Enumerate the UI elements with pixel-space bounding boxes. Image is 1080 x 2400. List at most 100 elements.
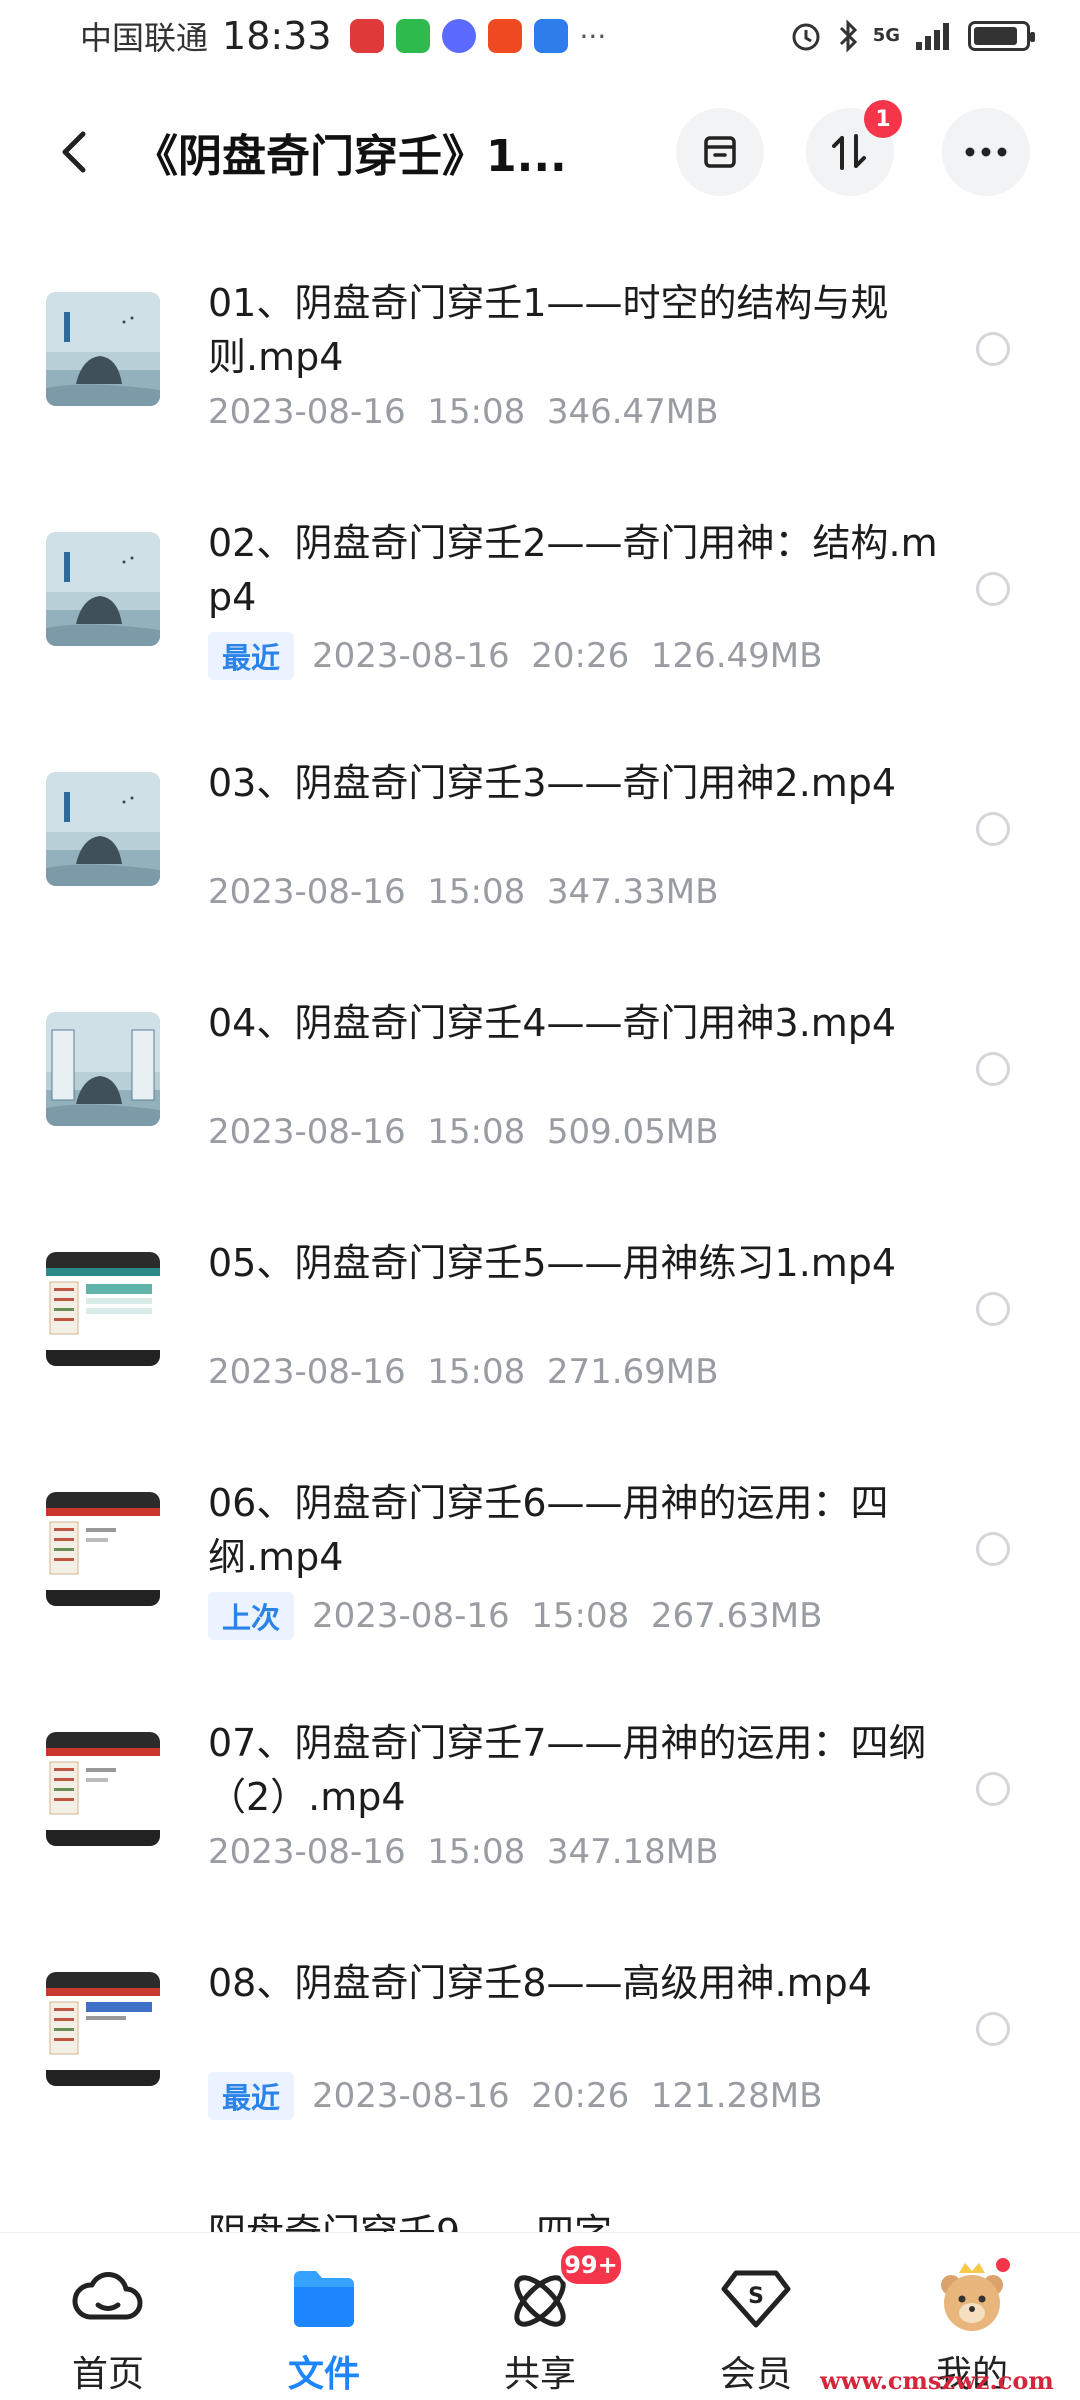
file-date: 2023-08-16 — [208, 872, 406, 912]
select-radio[interactable] — [976, 1532, 1010, 1566]
recent-tag: 上次 — [208, 1592, 295, 1640]
select-radio[interactable] — [976, 332, 1010, 366]
file-meta: 上次 2023-08-16 15:08 267.63MB — [208, 1592, 822, 1640]
file-meta: 最近 2023-08-16 20:26 126.49MB — [208, 632, 822, 680]
file-meta: 2023-08-16 15:08 271.69MB — [208, 1352, 718, 1392]
video-thumbnail — [46, 1492, 160, 1606]
select-radio[interactable] — [976, 2012, 1010, 2046]
file-list-item[interactable]: 02、阴盘奇门穿壬2——奇门用神：结构.mp4 最近 2023-08-16 20… — [0, 470, 1080, 710]
file-time: 15:08 — [427, 1352, 526, 1392]
file-date: 2023-08-16 — [208, 1352, 406, 1392]
status-bar: 中国联通 18:33 ··· 5G — [0, 0, 1080, 72]
file-name: 04、阴盘奇门穿壬4——奇门用神3.mp4 — [208, 1001, 897, 1045]
file-size: 347.33MB — [546, 872, 719, 912]
file-date: 2023-08-16 — [208, 392, 406, 432]
file-date: 2023-08-16 — [312, 2076, 510, 2116]
file-list-item[interactable]: 07、阴盘奇门穿壬7——用神的运用：四纲（2）.mp4 2023-08-16 1… — [0, 1670, 1080, 1910]
archive-box-icon — [704, 136, 736, 168]
file-meta: 2023-08-16 15:08 347.33MB — [208, 872, 718, 912]
chevron-left-icon — [62, 131, 86, 173]
file-name: 08、阴盘奇门穿壬8——高级用神.mp4 — [208, 1961, 872, 2005]
clock: 18:33 — [222, 14, 332, 58]
file-date: 2023-08-16 — [312, 636, 510, 676]
landscape-thumbnail-image — [46, 532, 160, 646]
file-name: 06、阴盘奇门穿壬6——用神的运用：四纲.mp4 — [208, 1481, 889, 1579]
wechat-icon — [395, 19, 430, 53]
share-badge: 99+ — [558, 2243, 624, 2287]
landscape-thumbnail-image — [46, 772, 160, 886]
video-thumbnail — [46, 532, 160, 646]
file-time: 20:26 — [531, 2076, 630, 2116]
select-radio[interactable] — [976, 572, 1010, 606]
file-size: 271.69MB — [546, 1352, 719, 1392]
nav-label-files: 文件 — [287, 2354, 360, 2395]
slide-red-thumbnail-image — [46, 1732, 160, 1846]
select-radio[interactable] — [976, 812, 1010, 846]
transfer-arrows-icon — [832, 134, 866, 170]
file-list-item[interactable]: 08、阴盘奇门穿壬8——高级用神.mp4 最近 2023-08-16 20:26… — [0, 1910, 1080, 2150]
nav-label-home: 首页 — [71, 2354, 144, 2395]
alarm-icon — [792, 23, 820, 51]
red-packet-icon — [487, 19, 522, 53]
more-button[interactable] — [942, 108, 1030, 196]
file-size: 126.49MB — [650, 636, 823, 676]
file-date: 2023-08-16 — [312, 1596, 510, 1636]
top-app-bar: 《阴盘奇门穿壬》1... 1 — [0, 100, 1080, 204]
nav-share[interactable]: 99+ 共享 — [432, 2233, 648, 2400]
signal-icon — [916, 23, 949, 50]
more-notifications-icon: ··· — [579, 19, 607, 53]
file-time: 20:26 — [531, 636, 630, 676]
app-notification-icon — [349, 19, 384, 53]
select-radio[interactable] — [976, 1772, 1010, 1806]
video-thumbnail — [46, 772, 160, 886]
bear-avatar-icon — [941, 2258, 1010, 2331]
file-meta: 2023-08-16 15:08 346.47MB — [208, 392, 718, 432]
file-time: 15:08 — [427, 1832, 526, 1872]
back-button[interactable] — [44, 122, 104, 182]
bluetooth-icon — [839, 19, 857, 53]
file-list-item[interactable]: 06、阴盘奇门穿壬6——用神的运用：四纲.mp4 上次 2023-08-16 1… — [0, 1430, 1080, 1670]
music-icon — [441, 19, 476, 53]
nav-home[interactable]: 首页 — [0, 2233, 216, 2400]
svg-text:S: S — [748, 2284, 764, 2309]
file-list-item[interactable]: 04、阴盘奇门穿壬4——奇门用神3.mp4 2023-08-16 15:08 5… — [0, 950, 1080, 1190]
nav-label-share: 共享 — [503, 2354, 576, 2395]
partial-file-name: 阴盘奇门穿壬9——四字 — [208, 2206, 908, 2232]
file-meta: 2023-08-16 15:08 509.05MB — [208, 1112, 718, 1152]
slide-red-thumbnail-image — [46, 1492, 160, 1606]
file-time: 15:08 — [427, 392, 526, 432]
landscape-panels-thumbnail-image — [46, 1012, 160, 1126]
file-size: 347.18MB — [546, 1832, 719, 1872]
file-name: 05、阴盘奇门穿壬5——用神练习1.mp4 — [208, 1241, 897, 1285]
file-meta: 最近 2023-08-16 20:26 121.28MB — [208, 2072, 822, 2120]
archive-button[interactable] — [676, 108, 764, 196]
file-list-item[interactable]: 05、阴盘奇门穿壬5——用神练习1.mp4 2023-08-16 15:08 2… — [0, 1190, 1080, 1430]
video-thumbnail — [46, 1732, 160, 1846]
transfer-badge: 1 — [864, 100, 902, 138]
file-time: 15:08 — [531, 1596, 630, 1636]
slide-blue-thumbnail-image — [46, 1972, 160, 2086]
folder-icon — [294, 2271, 354, 2327]
more-dots-icon — [965, 147, 1007, 157]
file-name: 01、阴盘奇门穿壬1——时空的结构与规则.mp4 — [208, 281, 889, 379]
video-thumbnail — [46, 1012, 160, 1126]
nav-files[interactable]: 文件 — [216, 2233, 432, 2400]
partial-list-item: 阴盘奇门穿壬9——四字 — [208, 2196, 908, 2232]
file-list-item[interactable]: 01、阴盘奇门穿壬1——时空的结构与规则.mp4 2023-08-16 15:0… — [0, 230, 1080, 470]
status-right: 5G — [789, 19, 1035, 53]
video-thumbnail — [46, 292, 160, 406]
select-radio[interactable] — [976, 1292, 1010, 1326]
battery-icon — [968, 21, 1035, 51]
file-meta: 2023-08-16 15:08 347.18MB — [208, 1832, 718, 1872]
file-name: 02、阴盘奇门穿壬2——奇门用神：结构.mp4 — [208, 521, 938, 619]
notification-icons: ··· — [349, 19, 607, 53]
select-radio[interactable] — [976, 1052, 1010, 1086]
file-name: 07、阴盘奇门穿壬7——用神的运用：四纲（2）.mp4 — [208, 1721, 927, 1819]
file-date: 2023-08-16 — [208, 1832, 406, 1872]
file-date: 2023-08-16 — [208, 1112, 406, 1152]
file-list-item[interactable]: 03、阴盘奇门穿壬3——奇门用神2.mp4 2023-08-16 15:08 3… — [0, 710, 1080, 950]
status-left: 中国联通 18:33 ··· — [80, 13, 606, 59]
video-thumbnail — [46, 1252, 160, 1366]
transfer-list-button[interactable]: 1 — [806, 100, 902, 196]
cloud-home-icon — [72, 2272, 143, 2320]
